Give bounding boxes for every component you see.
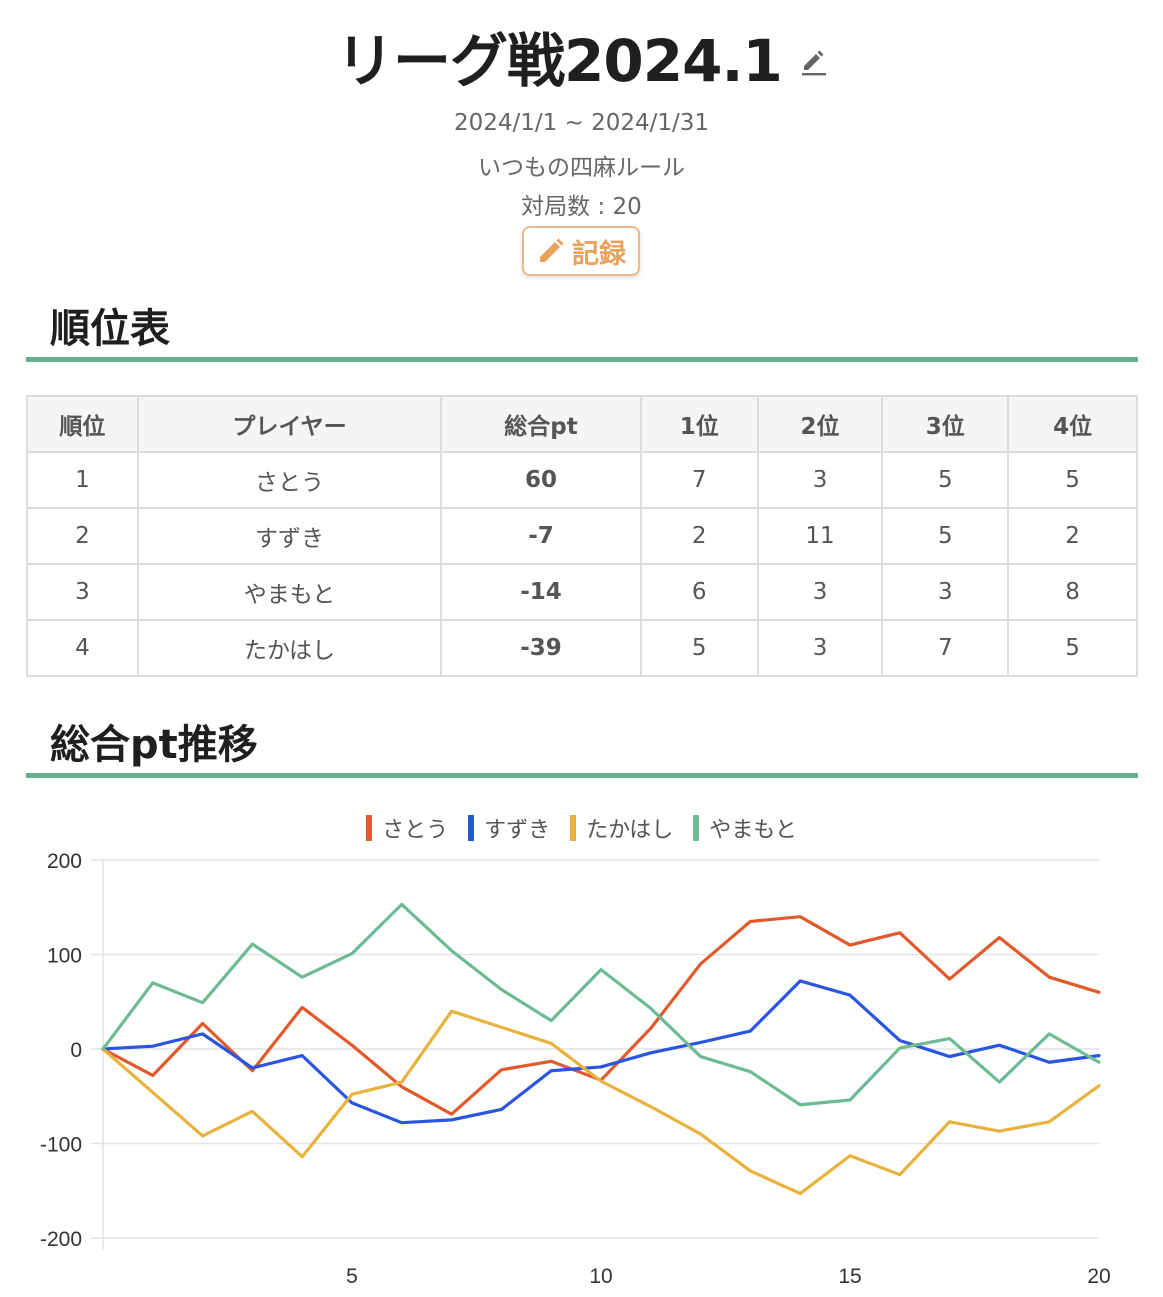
legend-swatch xyxy=(366,815,373,841)
column-header-1st: 1位 xyxy=(639,395,759,453)
fourth-count-cell: 2 xyxy=(1007,507,1138,565)
second-count-cell: 3 xyxy=(756,619,884,677)
y-tick-label: 200 xyxy=(47,850,82,873)
date-range: 2024/1/1 ~ 2024/1/31 xyxy=(453,110,710,136)
second-count-cell: 3 xyxy=(756,451,884,509)
table-row: 2 すずき -7 2 11 5 2 xyxy=(26,507,1138,565)
pencil-icon[interactable] xyxy=(801,46,827,76)
pencil-icon xyxy=(540,238,564,262)
column-header-4th: 4位 xyxy=(1007,395,1138,453)
player-cell: すずき xyxy=(136,507,443,565)
fourth-count-cell: 8 xyxy=(1007,563,1138,621)
title-row: リーグ戦2024.1 xyxy=(0,14,1163,98)
third-count-cell: 3 xyxy=(881,563,1010,621)
column-header-2nd: 2位 xyxy=(756,395,884,453)
first-count-cell: 6 xyxy=(639,563,759,621)
fourth-count-cell: 5 xyxy=(1007,619,1138,677)
series-line-すずき xyxy=(101,979,1101,1125)
player-cell: たかはし xyxy=(136,619,443,677)
x-tick-label: 10 xyxy=(589,1265,612,1288)
record-button-label: 記録 xyxy=(572,238,626,270)
y-tick-label: 0 xyxy=(70,1039,82,1062)
points-trend-chart: 200 100 0 -100 -200 5 10 15 20 xyxy=(40,850,1111,1288)
rank-cell: 4 xyxy=(26,619,139,677)
third-count-cell: 5 xyxy=(881,451,1010,509)
legend-swatch xyxy=(570,815,577,841)
trend-title: 総合pt推移 xyxy=(50,722,258,768)
player-cell: さとう xyxy=(136,451,443,509)
first-count-cell: 7 xyxy=(639,451,759,509)
table-row: 3 やまもと -14 6 3 3 8 xyxy=(26,563,1138,621)
column-header-rank: 順位 xyxy=(26,395,139,453)
y-tick-label: -200 xyxy=(40,1228,82,1251)
x-tick-label: 5 xyxy=(346,1265,358,1288)
rank-cell: 3 xyxy=(26,563,139,621)
total-pt-cell: -39 xyxy=(440,619,642,677)
legend-swatch xyxy=(468,815,475,841)
second-count-cell: 11 xyxy=(756,507,884,565)
x-tick-label: 20 xyxy=(1087,1265,1110,1288)
total-pt-cell: 60 xyxy=(440,451,642,509)
column-header-player: プレイヤー xyxy=(136,395,443,453)
x-tick-label: 15 xyxy=(838,1265,861,1288)
standings-table: 順位 プレイヤー 総合pt 1位 2位 3位 4位 1 さとう 60 7 3 5… xyxy=(26,395,1138,677)
first-count-cell: 2 xyxy=(639,507,759,565)
section-divider xyxy=(26,773,1138,778)
series-line-やまもと xyxy=(101,902,1101,1107)
table-row: 1 さとう 60 7 3 5 5 xyxy=(26,451,1138,509)
column-header-total-pt: 総合pt xyxy=(440,395,642,453)
rank-cell: 2 xyxy=(26,507,139,565)
third-count-cell: 7 xyxy=(881,619,1010,677)
page-title: リーグ戦2024.1 xyxy=(336,27,783,95)
player-cell: やまもと xyxy=(136,563,443,621)
section-divider xyxy=(26,357,1138,362)
legend-swatch xyxy=(693,815,700,841)
y-tick-label: 100 xyxy=(47,945,82,968)
table-row: 4 たかはし -39 5 3 7 5 xyxy=(26,619,1138,677)
rule-name: いつもの四麻ルール xyxy=(478,155,685,181)
total-pt-cell: -7 xyxy=(440,507,642,565)
column-header-3rd: 3位 xyxy=(881,395,1010,453)
rank-cell: 1 xyxy=(26,451,139,509)
third-count-cell: 5 xyxy=(881,507,1010,565)
y-tick-label: -100 xyxy=(40,1134,82,1157)
standings-title: 順位表 xyxy=(50,306,170,352)
table-header-row: 順位 プレイヤー 総合pt 1位 2位 3位 4位 xyxy=(26,395,1138,453)
first-count-cell: 5 xyxy=(639,619,759,677)
record-button[interactable]: 記録 xyxy=(522,226,640,276)
second-count-cell: 3 xyxy=(756,563,884,621)
fourth-count-cell: 5 xyxy=(1007,451,1138,509)
game-count: 対局数 : 20 xyxy=(521,194,642,220)
total-pt-cell: -14 xyxy=(440,563,642,621)
